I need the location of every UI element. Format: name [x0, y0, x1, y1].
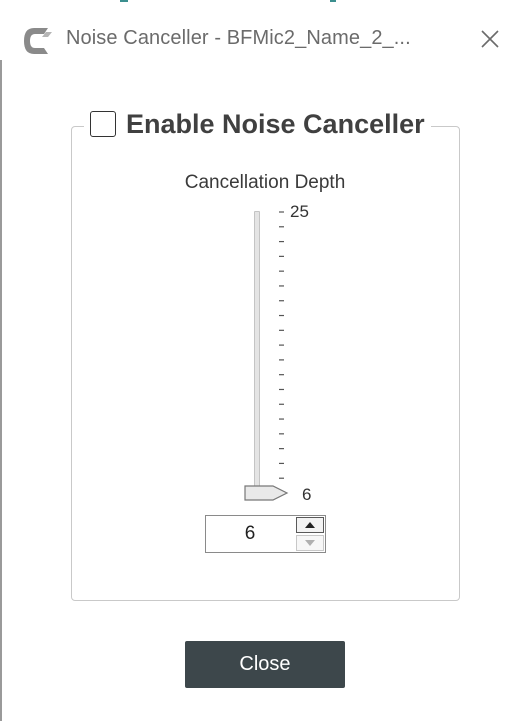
spin-up-button[interactable]	[296, 517, 324, 533]
slider-thumb[interactable]	[244, 483, 290, 503]
cancellation-depth-label: Cancellation Depth	[184, 172, 346, 193]
enable-checkbox[interactable]	[90, 111, 116, 137]
window-title: Noise Canceller - BFMic2_Name_2_...	[66, 27, 411, 49]
enable-noise-canceller-toggle[interactable]: Enable Noise Canceller	[84, 104, 431, 144]
close-icon[interactable]	[478, 27, 502, 51]
enable-label[interactable]: Enable Noise Canceller	[126, 109, 425, 140]
app-logo-icon	[24, 28, 52, 54]
close-button[interactable]: Close	[185, 641, 345, 688]
depth-value-input[interactable]	[206, 516, 294, 552]
spin-down-button[interactable]	[296, 535, 324, 551]
chevron-down-icon	[305, 540, 315, 546]
slider-min-label: 6	[302, 485, 312, 504]
window-left-edge	[0, 60, 2, 721]
slider-ticks	[279, 211, 284, 494]
depth-spinbox[interactable]	[205, 515, 326, 553]
title-bar: Noise Canceller - BFMic2_Name_2_...	[0, 0, 518, 80]
chevron-up-icon	[305, 522, 315, 528]
noise-canceller-dialog: Noise Canceller - BFMic2_Name_2_... Enab…	[0, 0, 518, 721]
